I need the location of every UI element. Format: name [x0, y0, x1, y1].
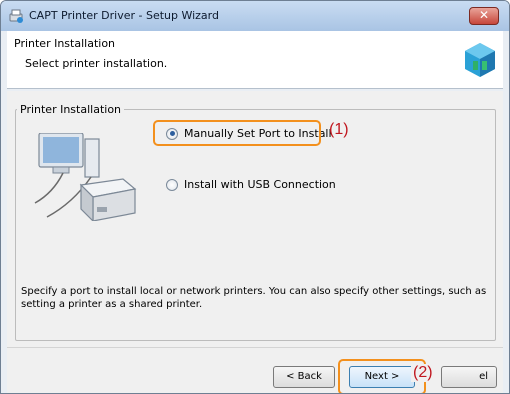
step-2-callout: (2) — [411, 364, 435, 382]
wizard-header: Printer Installation Select printer inst… — [7, 31, 503, 89]
usb-radio[interactable] — [166, 178, 178, 191]
computer-printer-illustration — [34, 133, 137, 221]
option-description: Specify a port to install local or netwo… — [21, 286, 487, 310]
step-1-callout: (1) — [329, 121, 349, 138]
title-bar: CAPT Printer Driver - Setup Wizard ✕ — [1, 1, 509, 31]
cancel-button[interactable]: el — [441, 366, 497, 388]
header-subtitle: Select printer installation. — [25, 57, 168, 70]
step-1-highlight — [153, 120, 321, 146]
group-title: Printer Installation — [17, 103, 125, 116]
printer-app-icon — [9, 9, 23, 23]
close-icon: ✕ — [478, 8, 490, 22]
back-button[interactable]: < Back — [273, 366, 335, 388]
installer-logo-icon — [465, 43, 495, 77]
header-title: Printer Installation — [14, 37, 116, 50]
usb-label: Install with USB Connection — [184, 178, 336, 191]
wizard-footer: < Back Next > el (2) — [7, 347, 503, 393]
usb-option[interactable]: Install with USB Connection — [166, 178, 336, 191]
window-title: CAPT Printer Driver - Setup Wizard — [29, 9, 219, 22]
setup-wizard-window: CAPT Printer Driver - Setup Wizard ✕ Pri… — [0, 0, 510, 394]
wizard-body: Printer Installation Manually Set Port t… — [7, 91, 503, 347]
close-button[interactable]: ✕ — [469, 7, 499, 25]
